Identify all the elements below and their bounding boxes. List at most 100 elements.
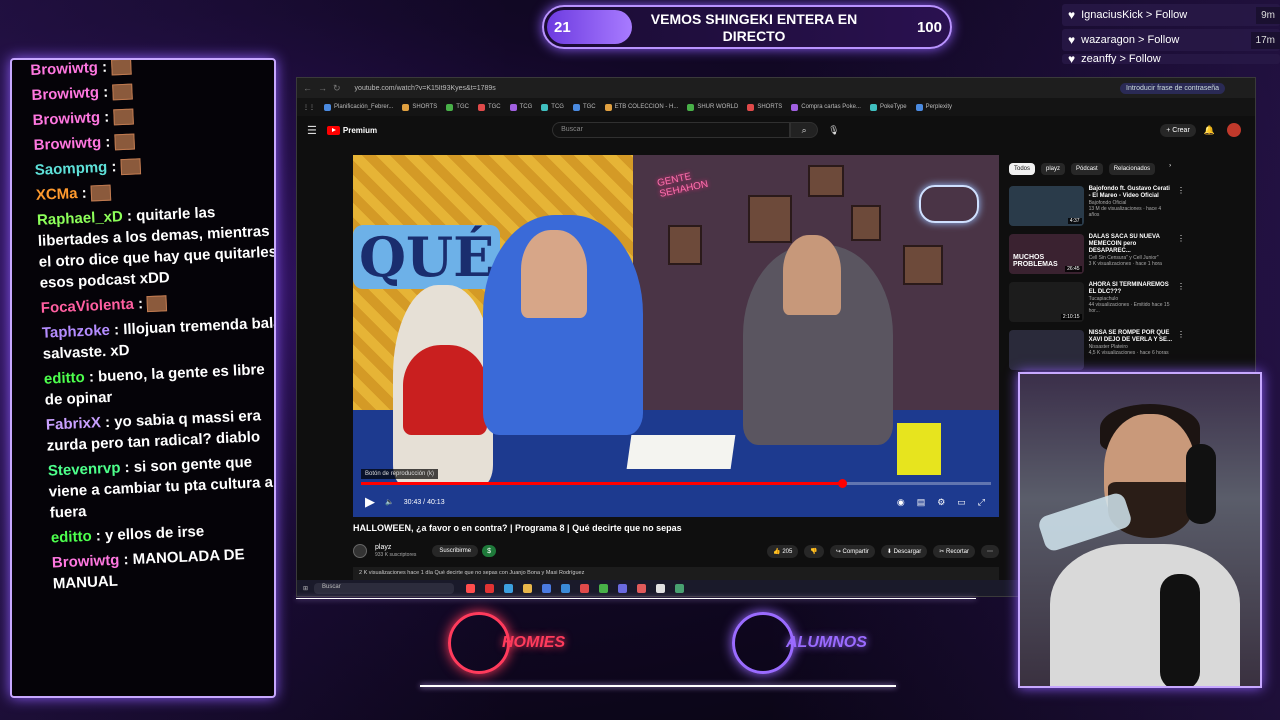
more-icon[interactable]: ⋮: [1177, 282, 1185, 326]
chat-username[interactable]: Saompmg: [34, 159, 107, 179]
recommendation-thumbnail[interactable]: MUCHOS PROBLEMAS 26:45: [1009, 234, 1084, 274]
channel-name[interactable]: playz: [375, 544, 391, 551]
fullscreen-icon[interactable]: ⤢: [978, 497, 985, 508]
settings-icon[interactable]: ⚙: [937, 497, 945, 508]
app-icon[interactable]: [637, 583, 647, 593]
subscribe-button[interactable]: Suscribirme: [432, 545, 479, 557]
avatar[interactable]: [1227, 123, 1241, 137]
chat-username[interactable]: Browiwtg: [30, 60, 98, 79]
like-button[interactable]: 👍 205: [767, 544, 799, 558]
windows-icon[interactable]: ⊞: [303, 585, 308, 592]
chip-1[interactable]: playz: [1041, 163, 1066, 175]
chat-username[interactable]: FocaViolenta: [40, 296, 134, 317]
duration-badge: 4:37: [1067, 218, 1082, 224]
share-button[interactable]: ↪ Compartir: [829, 544, 875, 558]
bookmark-item[interactable]: Compra cartas Poke...: [791, 103, 861, 111]
chat-username[interactable]: Browiwtg: [32, 109, 100, 129]
more-icon[interactable]: ⋮: [1177, 330, 1185, 374]
clip-button[interactable]: ✂ Recortar: [933, 544, 975, 558]
bell-icon[interactable]: 🔔: [1204, 125, 1215, 136]
chip-0[interactable]: Todos: [1009, 163, 1036, 175]
bookmark-item[interactable]: SHORTS: [747, 103, 782, 111]
recommendation-item[interactable]: NISSA SE ROMPE POR QUE XAVI DEJO DE VERL…: [1009, 330, 1185, 374]
chat-username[interactable]: Browiwtg: [33, 134, 101, 154]
search-input[interactable]: Buscar: [552, 122, 791, 138]
dollar-icon[interactable]: $: [482, 545, 497, 557]
pokeball-icon[interactable]: [656, 583, 666, 593]
chat-username[interactable]: Raphael_xD: [37, 208, 124, 229]
recommendation-thumbnail[interactable]: [1009, 330, 1084, 370]
apps-icon[interactable]: ⋮⋮: [303, 104, 315, 111]
duration-badge: 2:10:15: [1060, 314, 1082, 320]
follow-item: ♥ wazaragon > Follow 17m: [1062, 29, 1280, 51]
play-icon[interactable]: ▶: [365, 494, 375, 510]
store-icon[interactable]: [542, 583, 552, 593]
chevron-right-icon[interactable]: ›: [1169, 163, 1171, 175]
theater-icon[interactable]: ▭: [957, 497, 966, 508]
bookmark-item[interactable]: TCG: [541, 103, 564, 111]
obs-icon[interactable]: [580, 583, 590, 593]
video-description[interactable]: 2 K visualizaciones hace 1 día Qué decir…: [353, 567, 999, 581]
recommendation-thumbnail[interactable]: 4:37: [1009, 186, 1084, 226]
opera-icon[interactable]: [485, 583, 495, 593]
bookmark-item[interactable]: PokeType: [869, 103, 907, 111]
bookmark-item[interactable]: TGC: [446, 103, 469, 111]
more-icon[interactable]: ⋯: [981, 544, 999, 558]
chat-username[interactable]: editto: [51, 528, 93, 547]
volume-icon[interactable]: 🔈: [385, 498, 394, 506]
headphones: [1186, 444, 1216, 524]
chip-2[interactable]: Pódcast: [1071, 163, 1103, 175]
recommendation-item[interactable]: 2:10:15 AHORA SI TERMINAREMOS EL DLC??? Tu…: [1009, 282, 1185, 326]
chat-username[interactable]: Stevenrvp: [48, 459, 121, 479]
chip-3[interactable]: Relacionados: [1108, 163, 1156, 175]
chat-username[interactable]: XCMa: [36, 185, 78, 204]
download-button[interactable]: ⬇ Descargar: [880, 544, 928, 558]
bookmark-item[interactable]: Planificación_Febrer...: [324, 103, 393, 111]
autoplay-toggle-icon[interactable]: ◉: [897, 497, 905, 508]
edge-icon[interactable]: [504, 583, 514, 593]
bookmark-item[interactable]: Perplexity: [915, 103, 952, 111]
bookmark-item[interactable]: SHORTS: [402, 103, 437, 111]
video-player[interactable]: QUÉ GENTE SEHAHON Botón de reproducción (…: [353, 155, 999, 517]
bookmark-item[interactable]: SHUR WORLD: [687, 103, 738, 111]
password-prompt[interactable]: Introducir frase de contraseña: [1120, 82, 1225, 94]
chat-username[interactable]: FabrixX: [46, 414, 102, 433]
subgoal-counter: 21 VEMOS SHINGEKI ENTERA EN DIRECTO 100: [542, 5, 952, 49]
back-icon[interactable]: ←: [303, 83, 312, 93]
chat-username[interactable]: Browiwtg: [52, 552, 120, 572]
chat-username[interactable]: Browiwtg: [31, 84, 99, 104]
discord-icon[interactable]: [618, 583, 628, 593]
chat-message: Stevenrvp : si son gente que viene a cam…: [47, 453, 274, 522]
recommendation-thumbnail[interactable]: 2:10:15: [1009, 282, 1084, 322]
folder-icon[interactable]: [523, 583, 533, 593]
bookmark-item[interactable]: TGC: [572, 103, 596, 111]
bookmark-item[interactable]: TCG: [509, 103, 532, 111]
recommendation-item[interactable]: MUCHOS PROBLEMAS 26:45 DALAS SACA SU NUEVA…: [1009, 234, 1185, 278]
forward-icon[interactable]: →: [318, 83, 327, 93]
create-button[interactable]: + Crear: [1160, 123, 1196, 137]
taskbar-search[interactable]: Buscar: [314, 582, 455, 594]
microphone-icon[interactable]: 🎙: [828, 125, 839, 136]
app-icon[interactable]: [675, 583, 685, 593]
menu-icon[interactable]: ☰: [307, 124, 317, 137]
youtube-logo[interactable]: Premium: [326, 125, 377, 135]
more-icon[interactable]: ⋮: [1177, 186, 1185, 230]
chat-username[interactable]: editto: [44, 369, 86, 388]
more-icon[interactable]: ⋮: [1177, 234, 1185, 278]
subtitles-icon[interactable]: ▤: [917, 497, 926, 508]
wall-frame: [851, 205, 881, 241]
bookmark-item[interactable]: ETB COLECCION - H...: [604, 103, 678, 111]
brave-icon[interactable]: [466, 583, 476, 593]
channel-avatar[interactable]: [353, 544, 367, 558]
emote-icon: [120, 158, 141, 176]
url-field[interactable]: youtube.com/watch?v=K15It93Kyes&t=1789s: [355, 85, 496, 92]
search-icon[interactable]: ⌕: [790, 122, 819, 138]
video-progress[interactable]: [361, 479, 991, 488]
dislike-button[interactable]: 👎: [804, 544, 824, 558]
chrome-icon[interactable]: [599, 583, 609, 593]
recommendation-item[interactable]: 4:37 Bajofondo ft. Gustavo Cerati - El Ma…: [1009, 186, 1185, 230]
reload-icon[interactable]: ↻: [333, 83, 341, 94]
app-icon[interactable]: [561, 583, 571, 593]
chat-username[interactable]: Taphzoke: [42, 322, 111, 342]
bookmark-item[interactable]: TGC: [477, 103, 501, 111]
